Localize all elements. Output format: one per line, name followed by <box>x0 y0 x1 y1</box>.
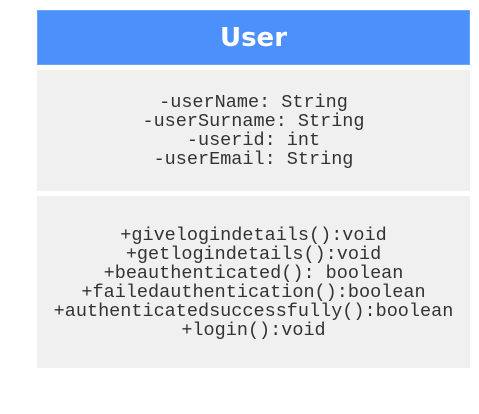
class-header: User <box>37 10 470 65</box>
class-name: User <box>219 22 288 53</box>
method: +beauthenticated(): boolean <box>103 263 404 284</box>
method: +login():void <box>181 320 326 341</box>
attribute: -userEmail: String <box>153 148 354 170</box>
attribute: -userName: String <box>159 91 348 113</box>
method: +givelogindetails():void <box>120 225 387 246</box>
attribute: -userSurname: String <box>142 110 365 132</box>
method: +failedauthentication():boolean <box>81 282 426 303</box>
method: +getlogindetails():void <box>125 244 382 265</box>
attribute: -userid: int <box>186 129 321 151</box>
methods-compartment: +givelogindetails():void +getlogindetail… <box>37 196 470 368</box>
attributes-compartment: -userName: String -userSurname: String -… <box>37 70 470 191</box>
method: +authenticatedsuccessfully():boolean <box>53 301 454 322</box>
